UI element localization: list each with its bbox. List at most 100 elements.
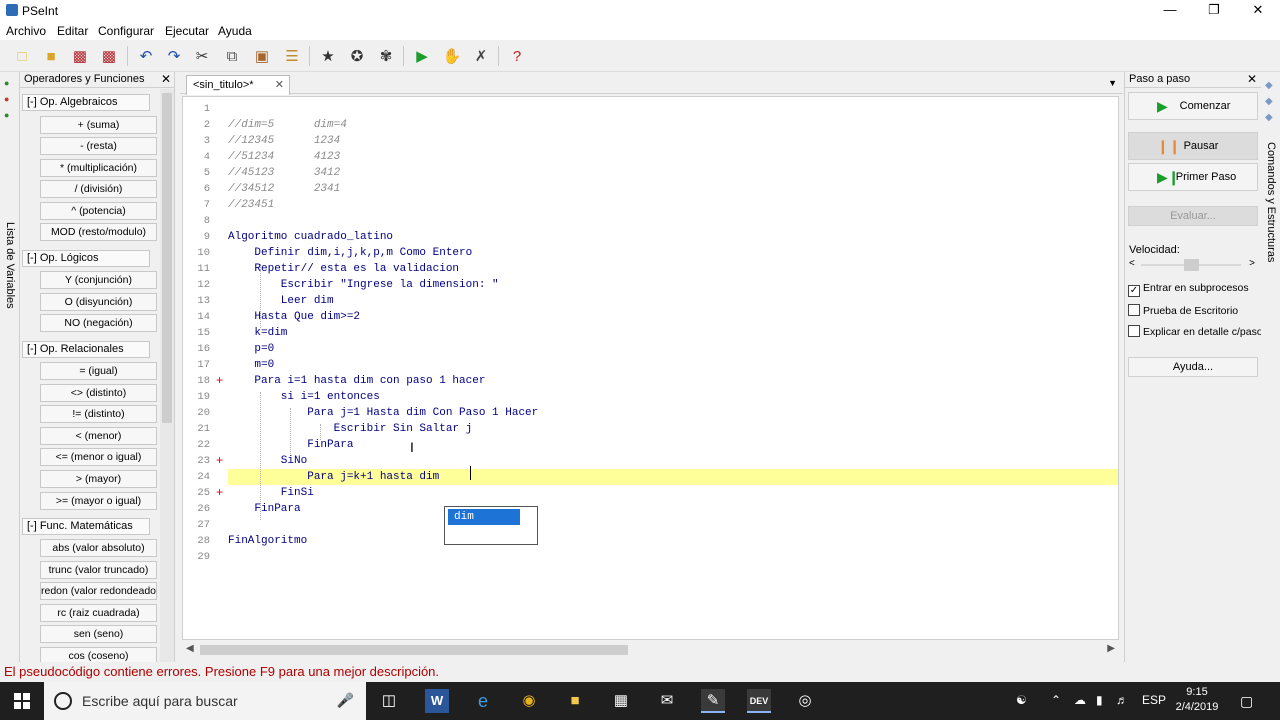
menu-ejecutar[interactable]: Ejecutar: [165, 24, 209, 38]
operator-button[interactable]: MOD (resto/modulo): [40, 223, 157, 241]
operator-section-header[interactable]: [-] Op. Lógicos: [22, 250, 150, 267]
code-editor[interactable]: dim I 1 2//dim=5 dim=4 3//12345 1234 4//512…: [182, 96, 1119, 640]
close-icon[interactable]: ✕: [1247, 72, 1257, 86]
operator-button[interactable]: Y (conjunción): [40, 271, 157, 289]
redo-icon[interactable]: ↷: [162, 44, 186, 68]
variables-tab[interactable]: ● ● ● Lista de Variables: [0, 72, 20, 662]
tab-close-icon[interactable]: ✕: [275, 76, 284, 94]
help-icon[interactable]: ?: [505, 44, 529, 68]
operators-scrollbar[interactable]: [160, 89, 174, 662]
menu-configurar[interactable]: Configurar: [98, 24, 154, 38]
operator-button[interactable]: != (distinto): [40, 405, 157, 423]
menu-editar[interactable]: Editar: [57, 24, 88, 38]
code-line[interactable]: 1: [183, 101, 1118, 117]
first-step-button[interactable]: ▶❙ Primer Paso: [1128, 163, 1258, 191]
check-icon[interactable]: ✗: [469, 44, 493, 68]
fold-marker-icon[interactable]: +: [216, 453, 223, 469]
obs-icon[interactable]: ◎: [793, 689, 817, 713]
speed-slider[interactable]: < >: [1129, 258, 1255, 272]
checkbox[interactable]: [1128, 304, 1140, 316]
operator-button[interactable]: / (división): [40, 180, 157, 198]
code-line[interactable]: 19 si i=1 entonces: [183, 389, 1118, 405]
step-by-step-icon[interactable]: ✋: [440, 44, 464, 68]
network-icon[interactable]: ☁: [1074, 693, 1086, 707]
operator-button[interactable]: O (disyunción): [40, 293, 157, 311]
cut-icon[interactable]: ✂: [190, 44, 214, 68]
operator-section-header[interactable]: [-] Func. Matemáticas: [22, 518, 150, 535]
start-button[interactable]: [0, 682, 44, 720]
code-line[interactable]: 11 Repetir// esta es la validacion: [183, 261, 1118, 277]
code-line[interactable]: 2 //dim=5 dim=4: [183, 117, 1118, 133]
option-desk-check[interactable]: Prueba de Escritorio: [1128, 304, 1238, 317]
menu-ayuda[interactable]: Ayuda: [218, 24, 252, 38]
start-button[interactable]: ▶ Comenzar: [1128, 92, 1258, 120]
option-enter-subprocesses[interactable]: ✓ Entrar en subprocesos: [1128, 282, 1249, 297]
save-as-icon[interactable]: ▩: [97, 44, 121, 68]
code-line[interactable]: 5 //45123 3412: [183, 165, 1118, 181]
operators-scroll-thumb[interactable]: [162, 93, 172, 423]
code-line[interactable]: 22 FinPara: [183, 437, 1118, 453]
pause-button[interactable]: ❙❙ Pausar: [1128, 132, 1258, 160]
code-line[interactable]: 16 p=0: [183, 341, 1118, 357]
operator-button[interactable]: sen (seno): [40, 625, 157, 643]
notifications-icon[interactable]: ▢: [1240, 693, 1253, 710]
chrome-icon[interactable]: ◉: [517, 689, 541, 713]
microphone-icon[interactable]: 🎤: [337, 692, 354, 709]
code-line[interactable]: 17 m=0: [183, 357, 1118, 373]
battery-icon[interactable]: ▮: [1096, 693, 1103, 707]
people-icon[interactable]: ☯: [1016, 693, 1027, 707]
operator-button[interactable]: <= (menor o igual): [40, 448, 157, 466]
code-line[interactable]: 20 Para j=1 Hasta dim Con Paso 1 Hacer: [183, 405, 1118, 421]
option-explain-detail[interactable]: Explicar en detalle c/paso: [1128, 325, 1263, 338]
find-icon[interactable]: ☰: [280, 44, 304, 68]
operator-button[interactable]: - (resta): [40, 137, 157, 155]
checkbox[interactable]: [1128, 325, 1140, 337]
code-line[interactable]: 10 Definir dim,i,j,k,p,m Como Entero: [183, 245, 1118, 261]
code-line[interactable]: 12 Escribir "Ingrese la dimension: ": [183, 277, 1118, 293]
paste-icon[interactable]: ▣: [250, 44, 274, 68]
devcpp-icon[interactable]: DEV: [747, 689, 771, 713]
commands-tab[interactable]: ◆ ◆ ◆ Comandos y Estructuras: [1261, 72, 1280, 662]
code-line[interactable]: 25 + FinSi: [183, 485, 1118, 501]
operator-section-header[interactable]: [-] Op. Algebraicos: [22, 94, 150, 111]
operator-button[interactable]: abs (valor absoluto): [40, 539, 157, 557]
operator-button[interactable]: trunc (valor truncado): [40, 561, 157, 579]
volume-icon[interactable]: ♬: [1116, 693, 1128, 707]
operator-button[interactable]: ^ (potencia): [40, 202, 157, 220]
operator-button[interactable]: + (suma): [40, 116, 157, 134]
editor-hscroll-thumb[interactable]: [200, 645, 628, 655]
close-icon[interactable]: ✕: [161, 72, 171, 86]
fold-marker-icon[interactable]: +: [216, 485, 223, 501]
operator-button[interactable]: <> (distinto): [40, 384, 157, 402]
operator-button[interactable]: redon (valor redondeado): [40, 582, 157, 600]
tab-menu-icon[interactable]: ▼: [1108, 78, 1117, 88]
code-line[interactable]: 7 //23451: [183, 197, 1118, 213]
run-icon[interactable]: ▶: [410, 44, 434, 68]
step-icon[interactable]: ✪: [345, 44, 369, 68]
new-file-icon[interactable]: □: [10, 44, 34, 68]
mail-icon[interactable]: ✉: [655, 689, 679, 713]
operator-button[interactable]: < (menor): [40, 427, 157, 445]
close-button[interactable]: ✕: [1236, 0, 1280, 22]
editor-hscrollbar[interactable]: ◀ ▶: [182, 642, 1119, 658]
code-line[interactable]: 8: [183, 213, 1118, 229]
maximize-button[interactable]: ❐: [1192, 0, 1236, 22]
code-line[interactable]: 9 Algoritmo cuadrado_latino: [183, 229, 1118, 245]
taskbar-search[interactable]: Escribe aquí para buscar 🎤: [44, 682, 366, 720]
menu-archivo[interactable]: Archivo: [6, 24, 46, 38]
word-icon[interactable]: W: [425, 689, 449, 713]
language-indicator[interactable]: ESP: [1142, 693, 1166, 707]
evaluate-button[interactable]: Evaluar...: [1128, 206, 1258, 226]
operator-button[interactable]: cos (coseno): [40, 647, 157, 662]
code-line[interactable]: 14 Hasta Que dim>=2: [183, 309, 1118, 325]
code-line[interactable]: 4 //51234 4123: [183, 149, 1118, 165]
undo-icon[interactable]: ↶: [134, 44, 158, 68]
code-line[interactable]: 21 Escribir Sin Saltar j: [183, 421, 1118, 437]
operator-button[interactable]: > (mayor): [40, 470, 157, 488]
store-icon[interactable]: ▦: [609, 689, 633, 713]
checkbox-checked[interactable]: ✓: [1128, 285, 1140, 297]
speed-slider-thumb[interactable]: [1183, 259, 1199, 271]
operator-button[interactable]: * (multiplicación): [40, 159, 157, 177]
code-line[interactable]: 15 k=dim: [183, 325, 1118, 341]
code-line[interactable]: 24 Para j=k+1 hasta dim: [183, 469, 1118, 485]
